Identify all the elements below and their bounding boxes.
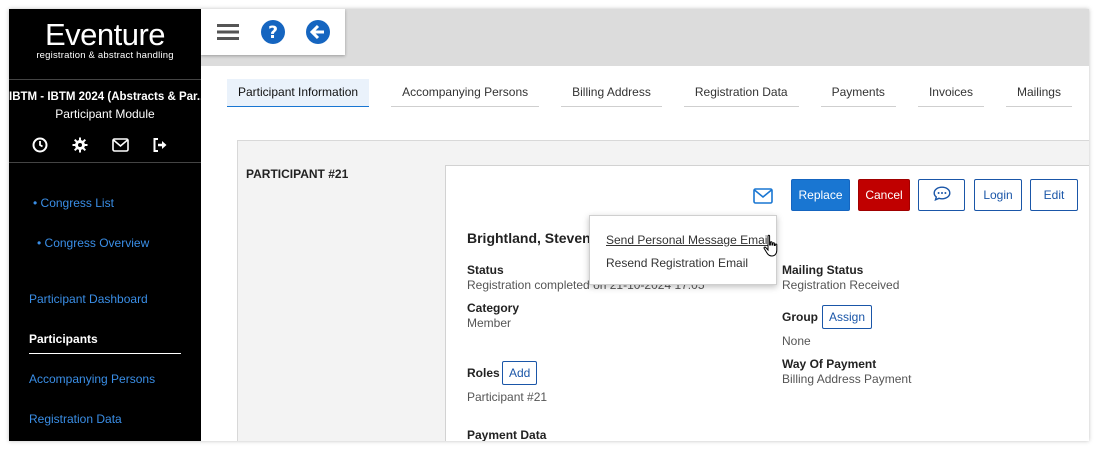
tab-bar: Participant Information Accompanying Per… bbox=[227, 79, 1072, 107]
cancel-button[interactable]: Cancel bbox=[858, 179, 910, 211]
participant-panel: PARTICIPANT #21 Replace Cancel Login Edi… bbox=[237, 140, 1089, 441]
participant-name: Brightland, Steven bbox=[467, 230, 591, 246]
tab-payments[interactable]: Payments bbox=[820, 79, 896, 107]
hand-pointer-icon bbox=[762, 234, 782, 258]
sidebar-link-congress-list[interactable]: • Congress List bbox=[33, 196, 114, 210]
sidebar-link-accompanying-persons[interactable]: Accompanying Persons bbox=[29, 372, 155, 386]
mailing-status-label: Mailing Status bbox=[782, 263, 864, 277]
sidebar-link-participant-dashboard[interactable]: Participant Dashboard bbox=[29, 292, 148, 306]
toolbar: ? bbox=[201, 9, 345, 55]
tab-accompanying-persons[interactable]: Accompanying Persons bbox=[391, 79, 540, 107]
assign-group-button[interactable]: Assign bbox=[822, 305, 873, 329]
status-label: Status bbox=[467, 263, 504, 277]
sidebar-active-indicator bbox=[29, 353, 181, 354]
sidebar-quick-actions bbox=[31, 136, 169, 154]
edit-button[interactable]: Edit bbox=[1030, 179, 1078, 211]
logo-subtitle: registration & abstract handling bbox=[36, 50, 174, 61]
tab-registration-data[interactable]: Registration Data bbox=[683, 79, 799, 107]
add-role-button[interactable]: Add bbox=[502, 361, 538, 385]
envelope-icon[interactable] bbox=[111, 136, 129, 154]
way-of-payment-value: Billing Address Payment bbox=[782, 372, 912, 386]
mailing-status-value: Registration Received bbox=[782, 278, 900, 292]
chat-bubble-icon bbox=[932, 186, 951, 204]
sidebar-link-registration-data[interactable]: Registration Data bbox=[29, 412, 122, 426]
clock-icon[interactable] bbox=[31, 136, 49, 154]
mail-dropdown-menu: Send Personal Message Email Resend Regis… bbox=[589, 215, 777, 285]
tab-invoices[interactable]: Invoices bbox=[917, 79, 984, 107]
resend-registration-email-item[interactable]: Resend Registration Email bbox=[606, 256, 748, 270]
tab-participant-information[interactable]: Participant Information bbox=[227, 79, 370, 107]
category-value: Member bbox=[467, 316, 512, 330]
roles-label: Roles bbox=[467, 366, 500, 380]
sidebar-link-participants[interactable]: Participants bbox=[29, 332, 98, 346]
tab-billing-address[interactable]: Billing Address bbox=[561, 79, 662, 107]
way-of-payment-label: Way Of Payment bbox=[782, 357, 877, 371]
gear-icon[interactable] bbox=[71, 136, 89, 154]
logo[interactable]: Eventure registration & abstract handlin… bbox=[9, 19, 201, 61]
group-value: None bbox=[782, 334, 811, 348]
payment-data-label: Payment Data bbox=[467, 428, 547, 441]
envelope-icon[interactable] bbox=[752, 185, 774, 207]
module-name: Participant Module bbox=[55, 107, 155, 121]
sidebar: Eventure registration & abstract handlin… bbox=[9, 9, 201, 441]
tab-mailings[interactable]: Mailings bbox=[1005, 79, 1072, 107]
app-window: Eventure registration & abstract handlin… bbox=[9, 9, 1089, 441]
sidebar-divider bbox=[9, 79, 201, 80]
sidebar-divider bbox=[9, 162, 201, 163]
replace-button[interactable]: Replace bbox=[791, 179, 850, 211]
chat-button[interactable] bbox=[918, 179, 965, 211]
event-name: IBTM - IBTM 2024 (Abstracts & Par... bbox=[9, 91, 201, 103]
roles-value: Participant #21 bbox=[467, 390, 548, 404]
participant-number-label: PARTICIPANT #21 bbox=[246, 167, 349, 181]
help-icon[interactable]: ? bbox=[258, 17, 288, 47]
category-label: Category bbox=[467, 301, 520, 315]
group-label: Group bbox=[782, 310, 818, 324]
hamburger-menu-icon[interactable] bbox=[213, 17, 243, 47]
participant-card: Replace Cancel Login Edit Brightland, St… bbox=[445, 165, 1089, 441]
login-button[interactable]: Login bbox=[974, 179, 1022, 211]
sidebar-link-congress-overview[interactable]: • Congress Overview bbox=[37, 236, 149, 250]
logo-title: Eventure bbox=[44, 17, 166, 52]
logout-icon[interactable] bbox=[151, 136, 169, 154]
send-personal-message-email-item[interactable]: Send Personal Message Email bbox=[606, 233, 770, 247]
svg-text:?: ? bbox=[268, 23, 278, 43]
back-arrow-icon[interactable] bbox=[303, 17, 333, 47]
